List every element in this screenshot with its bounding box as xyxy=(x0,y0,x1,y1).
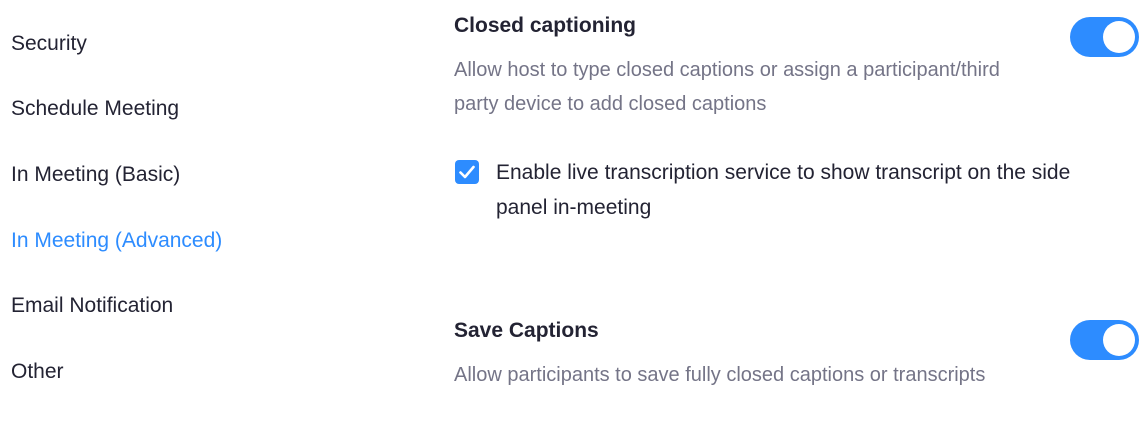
closed-captioning-title: Closed captioning xyxy=(454,14,637,37)
sidebar-item-in-meeting-advanced[interactable]: In Meeting (Advanced) xyxy=(11,228,222,254)
settings-sidebar: Security Schedule Meeting In Meeting (Ba… xyxy=(0,0,400,421)
sidebar-item-security[interactable]: Security xyxy=(11,31,87,57)
closed-captioning-description: Allow host to type closed captions or as… xyxy=(454,59,1000,115)
closed-captioning-toggle[interactable] xyxy=(1070,17,1139,57)
sidebar-item-in-meeting-basic[interactable]: In Meeting (Basic) xyxy=(11,162,180,188)
save-captions-toggle[interactable] xyxy=(1070,320,1139,360)
closed-captioning-setting: Closed captioning Allow host to type clo… xyxy=(454,13,1139,219)
live-transcription-label: Enable live transcription service to sho… xyxy=(496,161,1071,219)
save-captions-setting: Save Captions Allow participants to save… xyxy=(454,318,1139,421)
sidebar-item-schedule-meeting[interactable]: Schedule Meeting xyxy=(11,96,179,122)
save-captions-description: Allow participants to save fully closed … xyxy=(454,364,986,386)
toggle-knob xyxy=(1103,324,1135,356)
live-transcription-checkbox[interactable] xyxy=(455,160,479,184)
toggle-knob xyxy=(1103,21,1135,53)
sidebar-item-other[interactable]: Other xyxy=(11,359,64,385)
checkmark-icon xyxy=(459,165,475,179)
sidebar-item-email-notification[interactable]: Email Notification xyxy=(11,293,173,319)
save-captions-title: Save Captions xyxy=(454,319,599,342)
